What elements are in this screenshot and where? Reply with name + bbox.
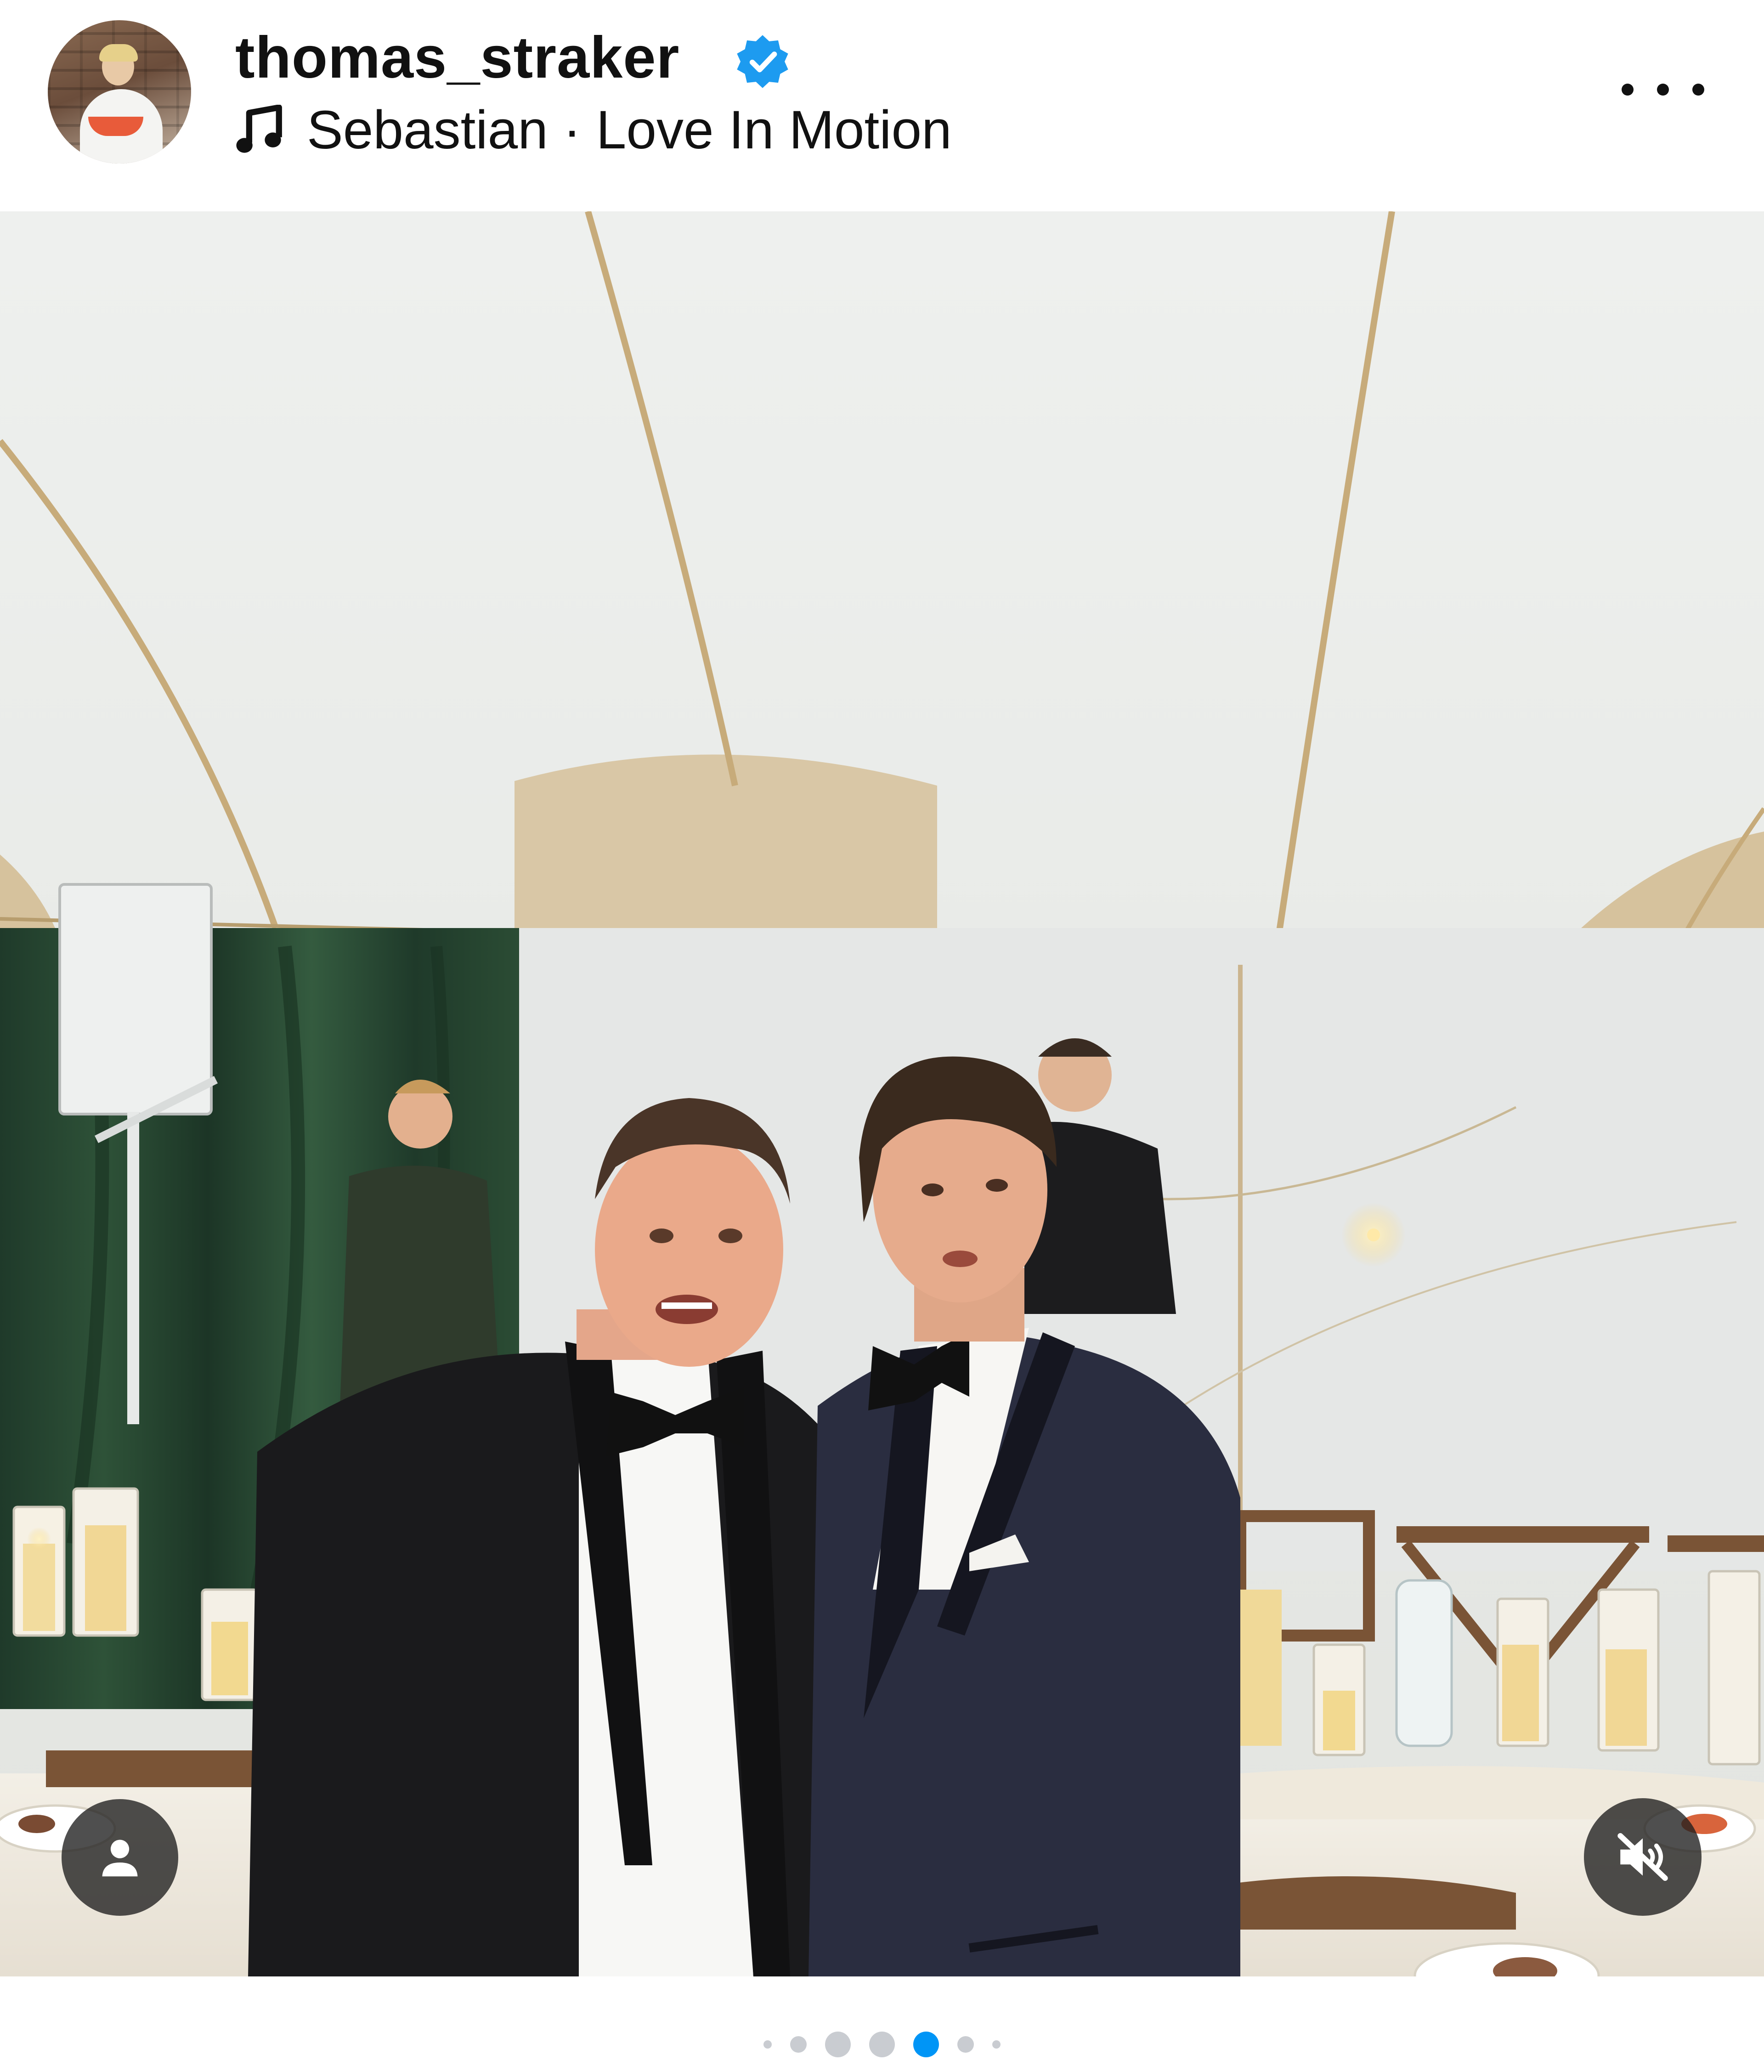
carousel-dot (790, 2036, 807, 2053)
audio-title: Love In Motion (596, 100, 952, 160)
music-note-icon (236, 105, 282, 153)
avatar-hair (99, 44, 138, 62)
user-tags-icon (102, 1840, 138, 1877)
carousel-dot (763, 2040, 772, 2049)
carousel-dot-active (913, 2032, 939, 2057)
carousel-dot (992, 2040, 1001, 2049)
speaker-muted-icon (1617, 1833, 1668, 1881)
photo-scene (0, 211, 1764, 1976)
more-options-dot (1692, 84, 1704, 96)
carousel-dot (825, 2032, 851, 2057)
post-photo[interactable] (0, 211, 1764, 1976)
mute-toggle-button[interactable] (1584, 1798, 1702, 1916)
user-tags-button[interactable] (62, 1799, 178, 1916)
carousel-dot (957, 2036, 974, 2053)
post-header: thomas_straker Sebastian · Love In Motio… (0, 0, 1764, 211)
audio-track-link[interactable]: Sebastian · Love In Motion (307, 96, 952, 164)
username-link[interactable]: thomas_straker (235, 21, 679, 95)
more-options-button[interactable] (1622, 69, 1704, 110)
more-options-icon (1622, 84, 1634, 96)
verified-badge-icon (737, 35, 788, 88)
more-options-dot (1657, 84, 1669, 96)
audio-separator: · (548, 100, 596, 160)
audio-artist: Sebastian (307, 100, 548, 160)
avatar[interactable] (48, 20, 191, 164)
carousel-dot (869, 2032, 895, 2057)
carousel-indicator (0, 2021, 1764, 2067)
